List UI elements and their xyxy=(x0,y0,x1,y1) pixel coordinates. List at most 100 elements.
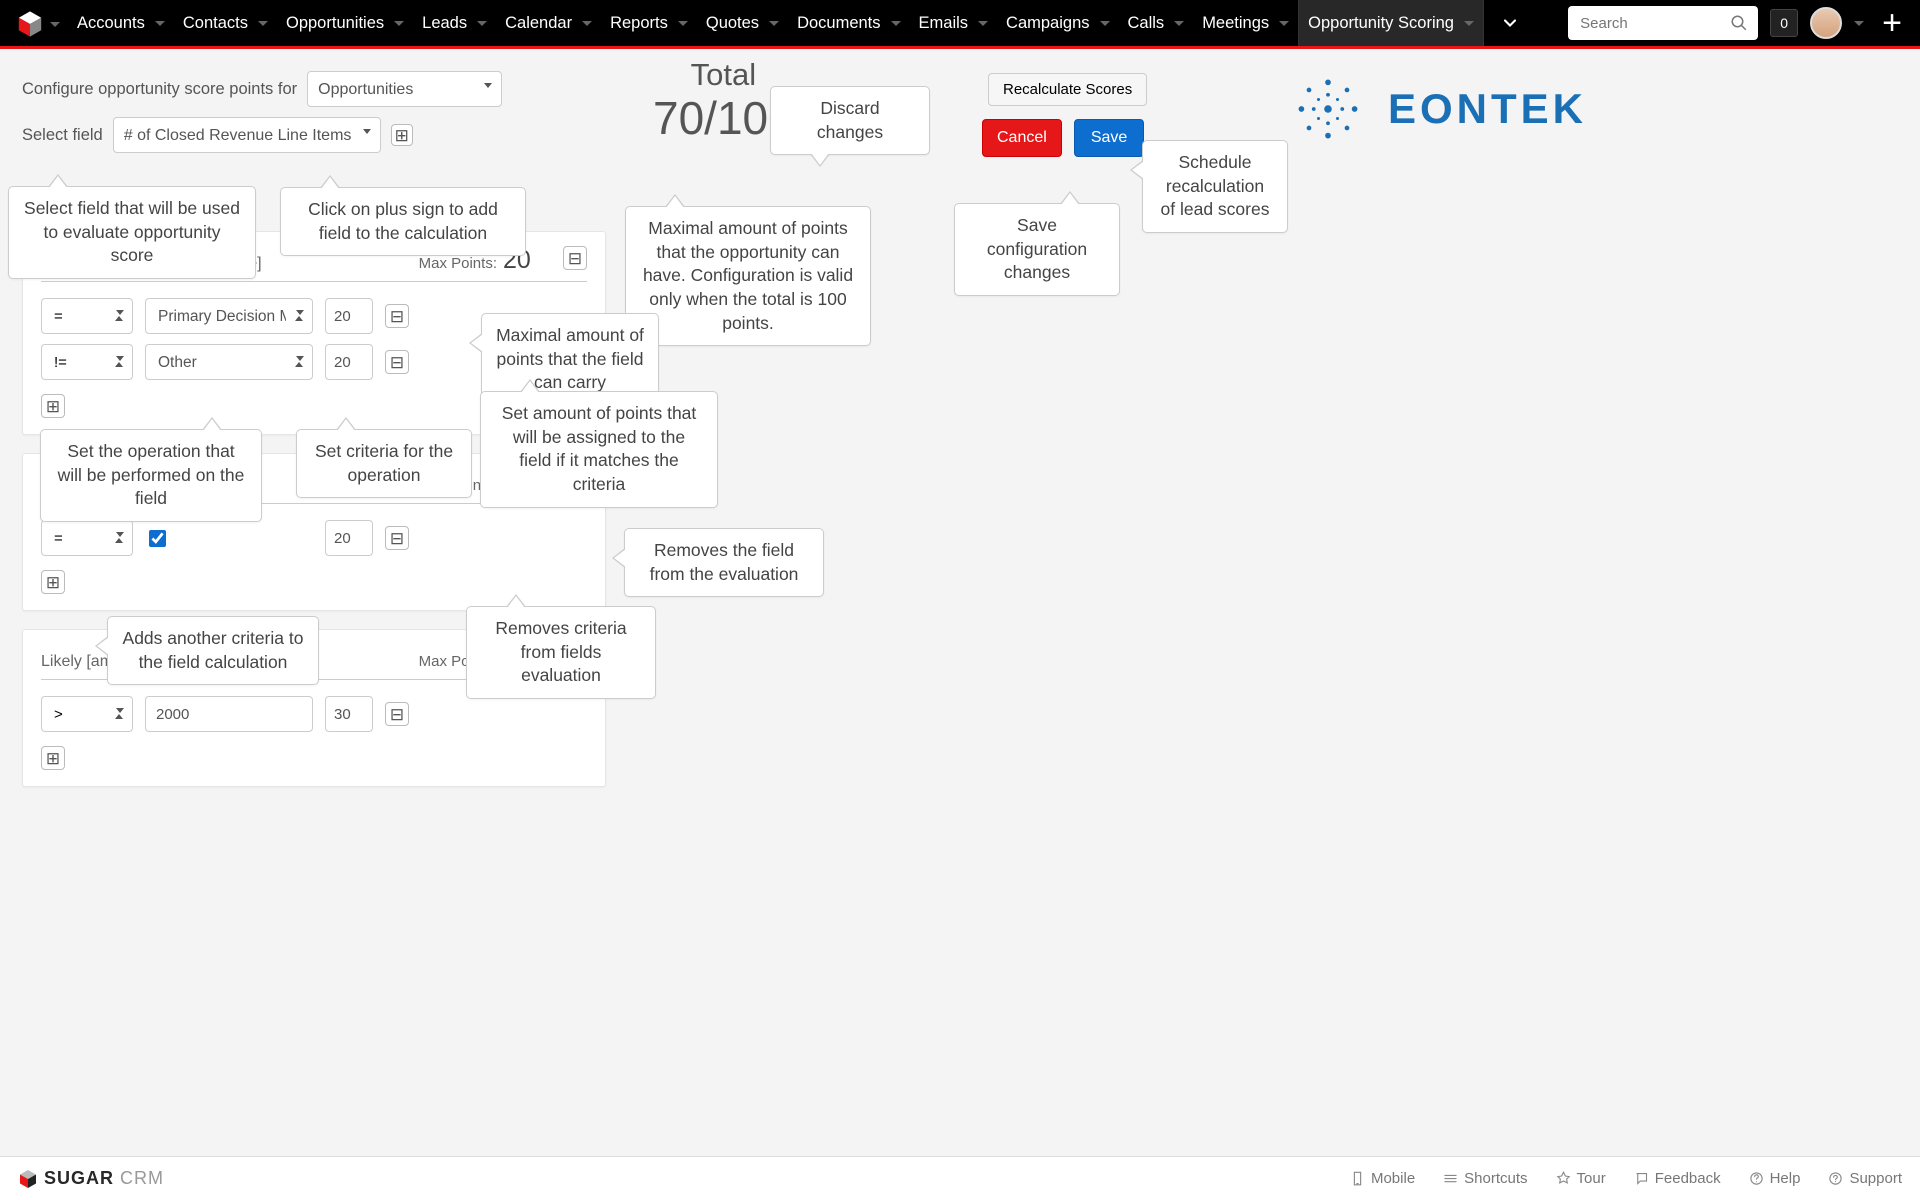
footer-link-mobile[interactable]: Mobile xyxy=(1350,1170,1415,1187)
nav-item-quotes[interactable]: Quotes xyxy=(697,0,788,46)
tour-icon xyxy=(1556,1171,1571,1186)
callout-add-field: Click on plus sign to add field to the c… xyxy=(280,187,526,256)
add-criteria-button[interactable]: ⊞ xyxy=(41,394,65,418)
nav-item-accounts[interactable]: Accounts xyxy=(68,0,174,46)
logo-menu-caret-icon[interactable] xyxy=(50,22,60,27)
configure-label: Configure opportunity score points for xyxy=(22,80,297,99)
nav-item-reports[interactable]: Reports xyxy=(601,0,697,46)
field-select[interactable]: # of Closed Revenue Line Items xyxy=(113,117,381,153)
operator-select[interactable]: != xyxy=(41,344,133,380)
nav-item-meetings[interactable]: Meetings xyxy=(1193,0,1298,46)
add-field-button[interactable]: ⊞ xyxy=(391,124,413,146)
app-logo-icon[interactable] xyxy=(16,10,44,38)
nav-caret-icon[interactable] xyxy=(769,21,779,26)
nav-item-contacts[interactable]: Contacts xyxy=(174,0,277,46)
criteria-select[interactable]: Primary Decision Maker xyxy=(145,298,313,334)
operator-select[interactable]: = xyxy=(41,298,133,334)
nav-menu: AccountsContactsOpportunitiesLeadsCalend… xyxy=(68,0,1484,46)
operator-select[interactable]: = xyxy=(41,520,133,556)
add-criteria-button[interactable]: ⊞ xyxy=(41,570,65,594)
nav-caret-icon[interactable] xyxy=(1100,21,1110,26)
nav-caret-icon[interactable] xyxy=(678,21,688,26)
criteria-checkbox[interactable] xyxy=(149,530,166,547)
cancel-button[interactable]: Cancel xyxy=(982,119,1062,157)
callout-select-field: Select field that will be used to evalua… xyxy=(8,186,256,279)
nav-caret-icon[interactable] xyxy=(978,21,988,26)
nav-item-emails[interactable]: Emails xyxy=(910,0,998,46)
notification-badge[interactable]: 0 xyxy=(1770,9,1798,37)
chevron-down-icon xyxy=(1500,13,1520,33)
global-search xyxy=(1568,6,1758,40)
nav-overflow-button[interactable] xyxy=(1484,0,1536,46)
criteria-input[interactable] xyxy=(145,696,313,732)
feedback-icon xyxy=(1634,1171,1649,1186)
remove-criteria-button[interactable]: ⊟ xyxy=(385,350,409,374)
add-criteria-button[interactable]: ⊞ xyxy=(41,746,65,770)
quick-create-button[interactable]: + xyxy=(1876,0,1908,46)
main-content: Configure opportunity score points for O… xyxy=(0,49,1920,827)
criteria-row: >⊟ xyxy=(41,696,587,732)
footer-cube-icon xyxy=(18,1169,38,1189)
search-icon[interactable] xyxy=(1730,14,1748,32)
callout-remove-criteria: Removes criteria from fields evaluation xyxy=(466,606,656,699)
help-icon xyxy=(1749,1171,1764,1186)
user-avatar[interactable] xyxy=(1810,7,1842,39)
nav-caret-icon[interactable] xyxy=(477,21,487,26)
callout-add-criteria: Adds another criteria to the field calcu… xyxy=(107,616,319,685)
nav-caret-icon[interactable] xyxy=(394,21,404,26)
nav-item-calls[interactable]: Calls xyxy=(1119,0,1194,46)
operator-select[interactable]: > xyxy=(41,696,133,732)
criteria-row: =⊟ xyxy=(41,520,587,556)
remove-field-button[interactable]: ⊟ xyxy=(563,246,587,270)
select-field-label: Select field xyxy=(22,126,103,145)
remove-criteria-button[interactable]: ⊟ xyxy=(385,526,409,550)
criteria-select[interactable]: Other xyxy=(145,344,313,380)
remove-criteria-button[interactable]: ⊟ xyxy=(385,702,409,726)
nav-item-opportunities[interactable]: Opportunities xyxy=(277,0,413,46)
nav-caret-icon[interactable] xyxy=(582,21,592,26)
recalculate-button[interactable]: Recalculate Scores xyxy=(988,73,1147,106)
callout-set-op: Set the operation that will be performed… xyxy=(40,429,262,522)
callout-set-criteria: Set criteria for the operation xyxy=(296,429,472,498)
eontek-brand-text: EONTEK xyxy=(1388,85,1587,133)
footer-link-feedback[interactable]: Feedback xyxy=(1634,1170,1721,1187)
nav-item-campaigns[interactable]: Campaigns xyxy=(997,0,1118,46)
callout-total: Maximal amount of points that the opport… xyxy=(625,206,871,346)
nav-caret-icon[interactable] xyxy=(1464,21,1474,26)
footer-brand-a: SUGAR xyxy=(44,1168,114,1189)
save-button[interactable]: Save xyxy=(1074,119,1144,157)
nav-caret-icon[interactable] xyxy=(155,21,165,26)
nav-caret-icon[interactable] xyxy=(258,21,268,26)
max-points-label: Max Points: xyxy=(419,255,497,272)
shortcuts-icon xyxy=(1443,1171,1458,1186)
nav-caret-icon[interactable] xyxy=(891,21,901,26)
callout-remove-field: Removes the field from the evaluation xyxy=(624,528,824,597)
nav-item-opportunity-scoring[interactable]: Opportunity Scoring xyxy=(1298,0,1484,46)
top-nav: AccountsContactsOpportunitiesLeadsCalend… xyxy=(0,0,1920,49)
nav-item-calendar[interactable]: Calendar xyxy=(496,0,601,46)
points-input[interactable] xyxy=(325,696,373,732)
callout-set-points: Set amount of points that will be assign… xyxy=(480,391,718,508)
mobile-icon xyxy=(1350,1171,1365,1186)
eontek-swirl-icon xyxy=(1290,71,1366,147)
nav-caret-icon[interactable] xyxy=(1174,21,1184,26)
nav-caret-icon[interactable] xyxy=(1279,21,1289,26)
footer-link-shortcuts[interactable]: Shortcuts xyxy=(1443,1170,1527,1187)
callout-recalc: Schedule recalculation of lead scores xyxy=(1142,140,1288,233)
nav-item-documents[interactable]: Documents xyxy=(788,0,909,46)
remove-criteria-button[interactable]: ⊟ xyxy=(385,304,409,328)
callout-save: Save configuration changes xyxy=(954,203,1120,296)
footer-brand: SUGAR CRM xyxy=(18,1168,164,1189)
points-input[interactable] xyxy=(325,520,373,556)
footer-link-tour[interactable]: Tour xyxy=(1556,1170,1606,1187)
eontek-logo: EONTEK xyxy=(1290,71,1587,147)
nav-item-leads[interactable]: Leads xyxy=(413,0,496,46)
user-menu-caret-icon[interactable] xyxy=(1854,21,1864,26)
points-input[interactable] xyxy=(325,344,373,380)
module-select[interactable]: Opportunities xyxy=(307,71,502,107)
footer: SUGAR CRM Mobile Shortcuts Tour Feedback Help… xyxy=(0,1156,1920,1200)
footer-brand-b: CRM xyxy=(120,1168,164,1189)
footer-link-support[interactable]: Support xyxy=(1828,1170,1902,1187)
footer-link-help[interactable]: Help xyxy=(1749,1170,1801,1187)
points-input[interactable] xyxy=(325,298,373,334)
